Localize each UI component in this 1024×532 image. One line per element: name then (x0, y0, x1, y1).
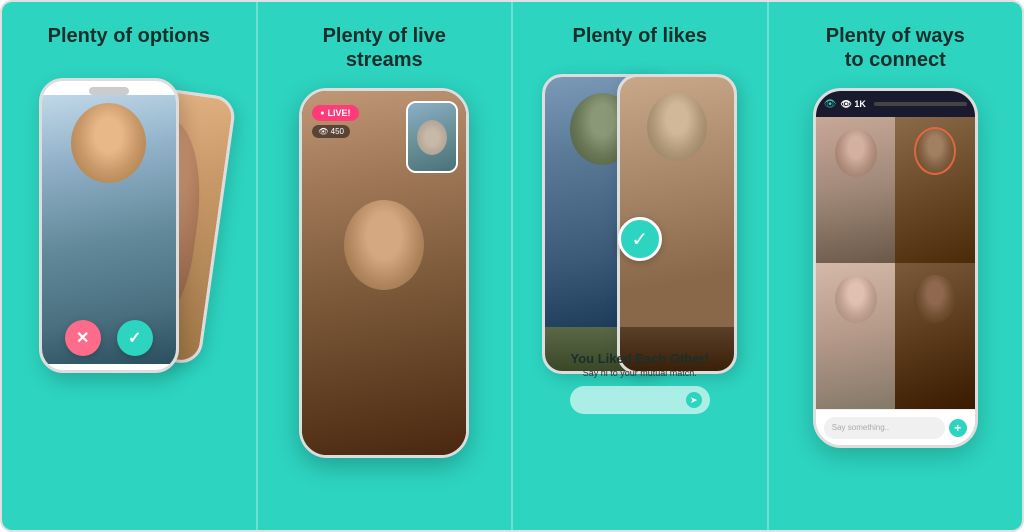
dislike-button[interactable]: ✕ (65, 320, 101, 356)
main-container: Plenty of options ✕ (0, 0, 1024, 532)
phone-notch (89, 87, 129, 95)
send-bar[interactable]: ➤ (570, 386, 710, 414)
live-viewers: 👁 450 (312, 125, 350, 138)
send-icon[interactable]: ➤ (686, 392, 702, 408)
grid-cell-4 (895, 263, 975, 409)
panel-likes: Plenty of likes ✓ You Liked Each Other! (513, 2, 769, 530)
phones-options-wrapper: ✕ ✓ (39, 68, 219, 408)
grid-cell-1 (816, 117, 896, 263)
video-grid (816, 117, 975, 409)
phone-connect: 👁 👁 1K Say somethi (813, 88, 978, 448)
grid-cell-3 (816, 263, 896, 409)
match-subtitle: Say hi to your mutual match. (542, 368, 737, 378)
panel-live: Plenty of live streams LIVE! 👁 450 (258, 2, 514, 530)
panel-options-title: Plenty of options (48, 24, 210, 48)
connect-bottom-bar: Say something.. + (816, 409, 975, 445)
match-title: You Liked Each Other! (542, 351, 737, 366)
panel-likes-title: Plenty of likes (573, 24, 708, 48)
like-button[interactable]: ✓ (117, 320, 153, 356)
photo-woman (620, 77, 734, 327)
panel-connect-title: Plenty of ways to connect (826, 24, 965, 72)
grid-cell-2 (895, 117, 975, 263)
connect-top-bar: 👁 👁 1K (816, 91, 975, 117)
phone-front: ✕ ✓ (39, 78, 179, 373)
eye-icon: 👁 (824, 99, 837, 110)
match-checkmark: ✓ (618, 217, 662, 261)
say-something-input[interactable]: Say something.. (824, 417, 945, 439)
panel-options: Plenty of options ✕ (2, 2, 258, 530)
panel-connect: Plenty of ways to connect 👁 👁 1K (769, 2, 1023, 530)
likes-bottom: You Liked Each Other! Say hi to your mut… (542, 351, 737, 414)
live-badge: LIVE! (312, 105, 358, 121)
phone-action-buttons: ✕ ✓ (42, 320, 176, 356)
live-main-photo: LIVE! 👁 450 (302, 91, 466, 455)
mini-video-overlay (406, 101, 458, 173)
viewers-count: 👁 1K (840, 99, 865, 110)
panel-live-title: Plenty of live streams (323, 24, 446, 72)
phones-likes-wrapper: ✓ You Liked Each Other! Say hi to your m… (542, 64, 737, 414)
phone-live: LIVE! 👁 450 (299, 88, 469, 458)
plus-button[interactable]: + (949, 419, 967, 437)
